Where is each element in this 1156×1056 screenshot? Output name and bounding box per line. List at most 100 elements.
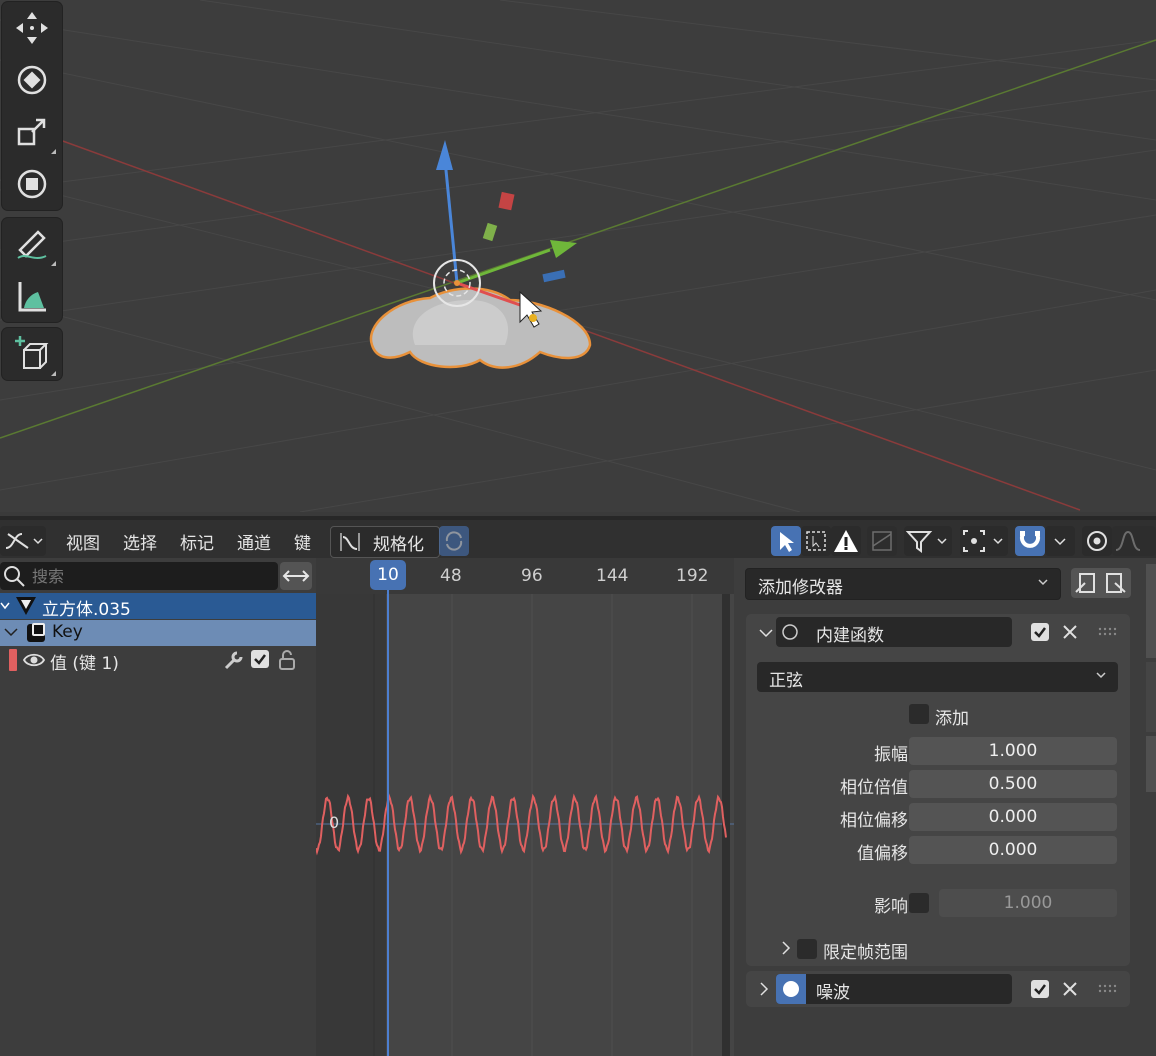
add-modifier-dropdown[interactable]: 添加修改器 xyxy=(745,568,1061,600)
lock-icon[interactable] xyxy=(277,649,297,671)
only-selected-icon[interactable] xyxy=(771,526,801,556)
only-errors-icon[interactable] xyxy=(831,526,861,556)
falloff-icon xyxy=(1115,530,1141,551)
tick-label: 96 xyxy=(521,566,543,586)
influence-field[interactable]: 1.000 xyxy=(939,889,1117,917)
add-tools xyxy=(2,328,62,380)
graph-area[interactable]: 0 48 96 144 192 10 0 xyxy=(316,558,734,1056)
snap-toggle-icon[interactable] xyxy=(1015,526,1045,556)
influence-label: 影响 xyxy=(874,897,908,917)
add-cube-tool-icon[interactable] xyxy=(6,330,58,378)
sidebar-tab[interactable] xyxy=(1146,662,1156,732)
normalize-icon xyxy=(340,533,360,551)
sidebar-tab[interactable] xyxy=(1146,736,1156,792)
menu-select[interactable]: 选择 xyxy=(123,529,157,554)
menu-marker[interactable]: 标记 xyxy=(180,529,214,554)
close-icon[interactable] xyxy=(1060,622,1080,642)
drag-handle-icon[interactable] xyxy=(1098,979,1118,999)
drag-handle-icon[interactable] xyxy=(1098,622,1118,642)
3d-viewport[interactable] xyxy=(0,0,1156,512)
modifier-enable-checkbox[interactable] xyxy=(1031,623,1049,641)
rotate-tool-icon[interactable] xyxy=(6,56,58,104)
editor-type-button[interactable] xyxy=(0,526,46,556)
copy-paste-modifiers xyxy=(1071,568,1131,598)
pivot-icon xyxy=(963,530,1003,552)
channel-action-row[interactable]: Key xyxy=(0,620,316,646)
pivot-point-dropdown[interactable] xyxy=(960,526,1008,556)
amplitude-field[interactable]: 1.000 xyxy=(909,737,1117,765)
chevron-right-icon[interactable] xyxy=(778,938,794,958)
create-ghost-curves-icon[interactable] xyxy=(867,526,897,556)
mute-checkbox[interactable] xyxy=(251,650,269,668)
modifier-name: 内建函数 xyxy=(816,626,884,646)
move-tool-icon[interactable] xyxy=(6,4,58,52)
measure-tool-icon[interactable] xyxy=(6,272,58,320)
influence-checkbox[interactable] xyxy=(909,893,929,913)
channel-search xyxy=(0,562,278,590)
sidebar-modifiers: 添加修改器 内建函数 正弦 添加 振幅 1.000 相位倍值 0.500 相位偏… xyxy=(734,558,1156,1056)
modifier-name-field[interactable]: 噪波 xyxy=(776,974,1012,1004)
graph-lines xyxy=(316,594,734,1056)
swap-arrows-icon[interactable] xyxy=(280,562,312,590)
phase-multiplier-field[interactable]: 0.500 xyxy=(909,770,1117,798)
paste-icon[interactable] xyxy=(1101,568,1131,598)
channel-list: 立方体.035 Key 值 (键 1) xyxy=(0,558,316,1056)
copy-icon[interactable] xyxy=(1071,568,1101,598)
sidebar-tab[interactable] xyxy=(1146,564,1156,658)
menu-channel[interactable]: 通道 xyxy=(237,529,271,554)
graph-editor-icon xyxy=(5,533,43,549)
action-name: Key xyxy=(52,622,83,642)
chevron-down-icon[interactable] xyxy=(756,618,776,648)
channel-object-row[interactable]: 立方体.035 xyxy=(0,593,316,620)
additive-checkbox[interactable] xyxy=(909,704,929,724)
search-input[interactable] xyxy=(30,564,274,588)
channel-fcurve-row[interactable]: 值 (键 1) xyxy=(0,647,316,674)
filter-icon xyxy=(905,531,947,553)
phase-offset-field[interactable]: 0.000 xyxy=(909,803,1117,831)
chevron-down-icon[interactable] xyxy=(2,620,22,646)
wrench-icon[interactable] xyxy=(223,649,245,671)
snap-mode-dropdown[interactable] xyxy=(1045,526,1075,556)
tick-label: 144 xyxy=(596,566,629,586)
chevron-down-icon xyxy=(1038,579,1048,586)
menu-key[interactable]: 键 xyxy=(294,529,311,554)
tick-label: 192 xyxy=(676,566,709,586)
search-icon xyxy=(4,566,25,587)
annotate-tool-icon[interactable] xyxy=(6,220,58,268)
annotate-tools xyxy=(2,218,62,322)
chevron-right-icon[interactable] xyxy=(756,979,772,999)
modifier-name-field[interactable]: 内建函数 xyxy=(776,617,1012,647)
chevron-down-icon xyxy=(1096,672,1106,679)
show-hidden-icon[interactable] xyxy=(801,526,831,556)
function-type-dropdown[interactable]: 正弦 xyxy=(757,662,1118,692)
scale-tool-icon[interactable] xyxy=(6,108,58,156)
mesh-object-icon xyxy=(16,597,36,615)
close-icon[interactable] xyxy=(1060,979,1080,999)
modifier-off-icon xyxy=(782,624,798,640)
tick-label: 48 xyxy=(440,566,462,586)
viewport-grid xyxy=(0,0,1156,512)
modifier-enable-checkbox[interactable] xyxy=(1031,980,1049,998)
fcurve-color-swatch xyxy=(9,649,17,671)
value-offset-field[interactable]: 0.000 xyxy=(909,836,1117,864)
transform-tool-icon[interactable] xyxy=(6,160,58,208)
normalize-label: 规格化 xyxy=(373,535,424,555)
function-type-label: 正弦 xyxy=(769,671,803,691)
modifier-panel-generator: 内建函数 正弦 添加 振幅 1.000 相位倍值 0.500 相位偏移 0.00… xyxy=(746,614,1130,966)
filter-dropdown[interactable] xyxy=(904,526,952,556)
normalize-toggle[interactable]: 规格化 xyxy=(330,526,440,558)
shape-key-icon xyxy=(27,623,45,642)
proportional-edit-icon[interactable] xyxy=(1082,526,1112,556)
modifier-on-icon xyxy=(776,974,806,1004)
falloff-dropdown[interactable] xyxy=(1112,526,1156,556)
additive-label: 添加 xyxy=(935,709,969,729)
object-name: 立方体.035 xyxy=(42,600,131,620)
auto-normalize-icon[interactable] xyxy=(439,526,469,556)
menu-view[interactable]: 视图 xyxy=(66,529,100,554)
chevron-down-icon[interactable] xyxy=(0,593,12,619)
playhead-line[interactable] xyxy=(387,590,389,1056)
current-frame-indicator[interactable]: 10 xyxy=(370,560,406,590)
eye-icon[interactable] xyxy=(22,648,46,672)
fcurve-name: 值 (键 1) xyxy=(50,654,119,674)
restrict-frame-range-checkbox[interactable] xyxy=(797,939,817,959)
